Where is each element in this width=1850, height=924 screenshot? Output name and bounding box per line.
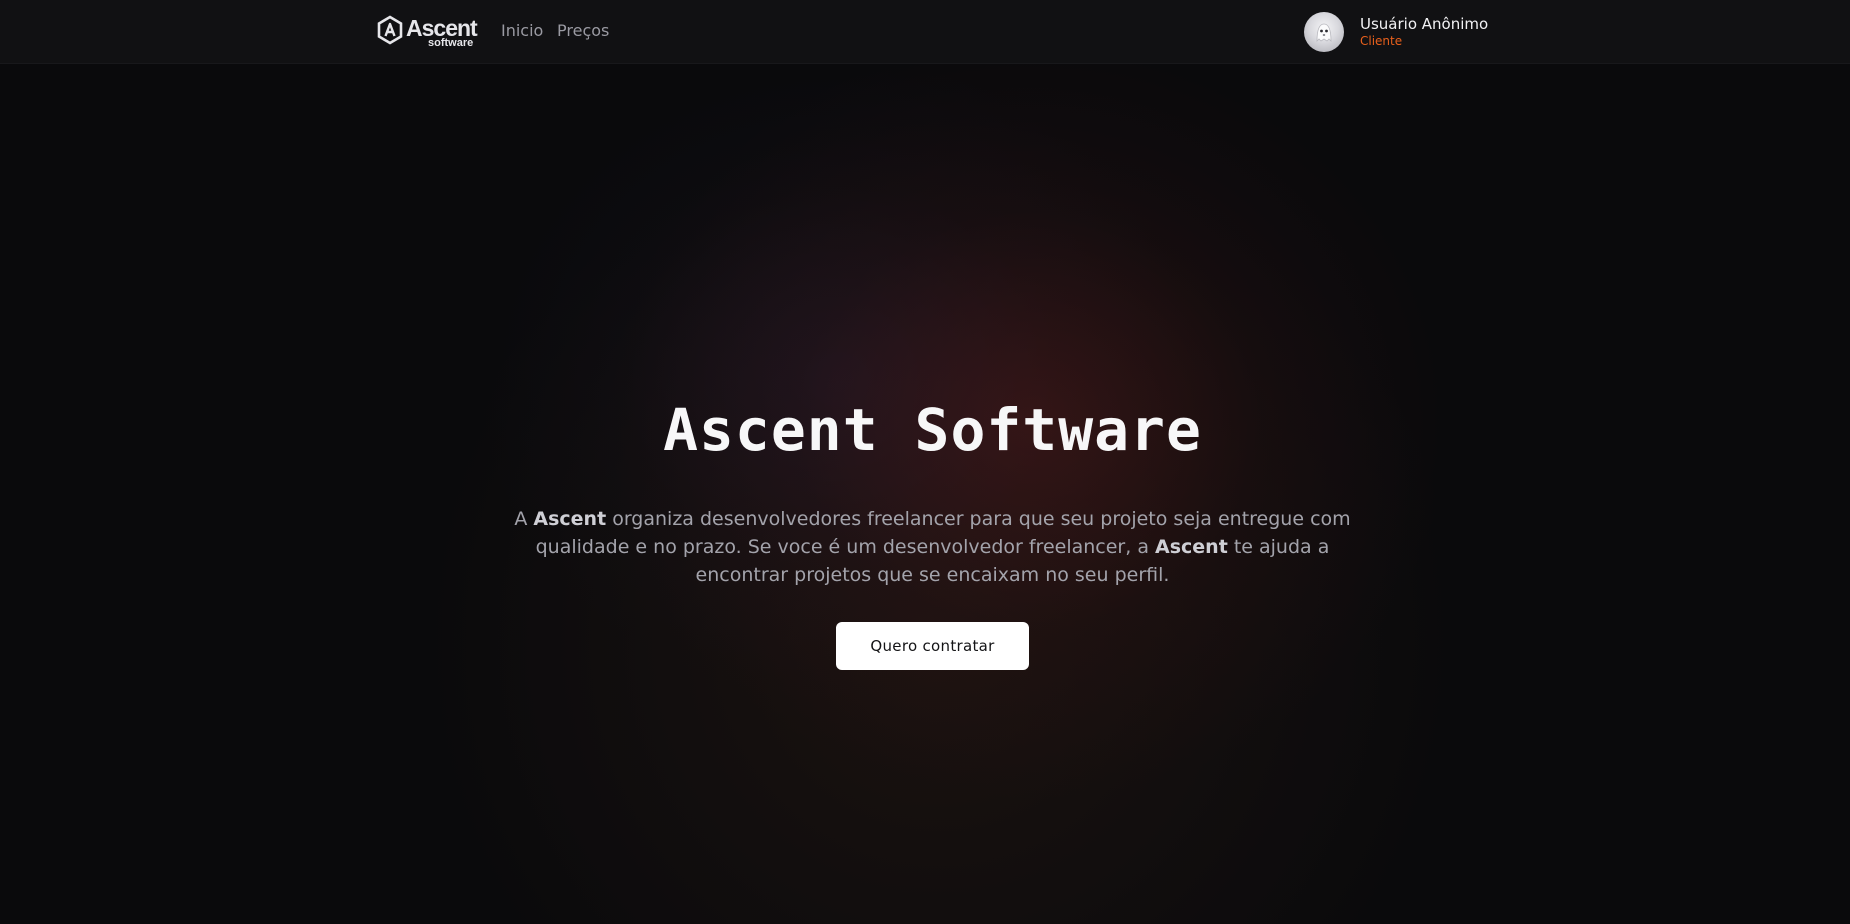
ghost-avatar-icon	[1316, 23, 1332, 42]
nav-link-precos[interactable]: Preços	[557, 21, 609, 41]
hero-title: Ascent Software	[663, 396, 1202, 464]
navbar: Ascent software Inicio Preços Usuário An…	[0, 0, 1850, 64]
user-name: Usuário Anônimo	[1360, 15, 1489, 33]
avatar[interactable]	[1304, 12, 1344, 52]
brand-logo-link[interactable]: Ascent software	[374, 13, 486, 51]
hero-brand-emphasis: Ascent	[1155, 536, 1228, 558]
user-role-badge: Cliente	[1360, 34, 1403, 48]
nav-link-inicio[interactable]: Inicio	[501, 21, 543, 41]
user-menu[interactable]: Usuário Anônimo Cliente	[1304, 12, 1504, 52]
hire-cta-button[interactable]: Quero contratar	[836, 622, 1029, 670]
ascent-logo-icon	[377, 15, 403, 45]
hero-brand-emphasis: Ascent	[533, 508, 607, 530]
page: Ascent software Inicio Preços Usuário An…	[0, 0, 1850, 924]
brand-subtitle: software	[428, 37, 474, 49]
hero-description: A Ascent organiza desenvolvedores freela…	[505, 505, 1360, 589]
hero-text-part: A	[514, 508, 534, 530]
